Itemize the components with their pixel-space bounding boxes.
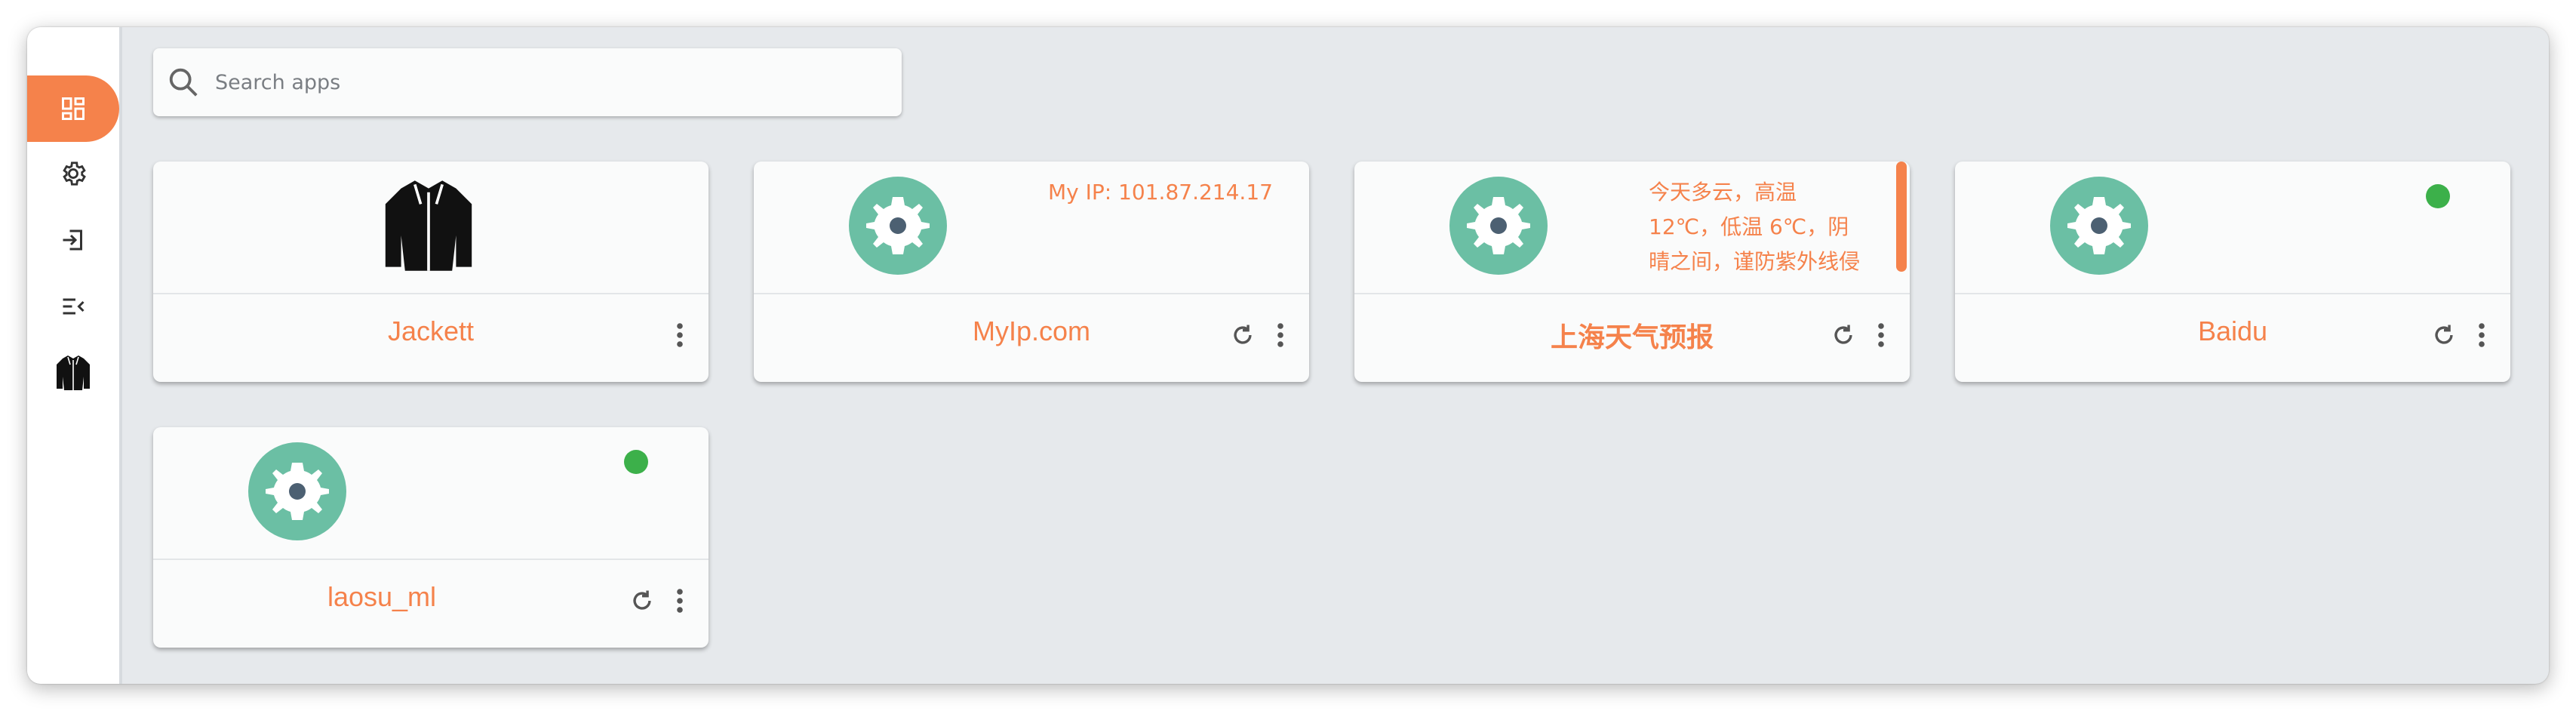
jacket-icon [385, 180, 472, 271]
sidebar-item-login[interactable] [27, 207, 119, 273]
app-card-baidu[interactable]: Baidu [1955, 162, 2510, 382]
search-bar[interactable] [153, 48, 902, 116]
more-vertical-icon [2479, 323, 2485, 347]
gear-app-icon [849, 177, 947, 275]
search-input[interactable] [214, 69, 881, 95]
refresh-button[interactable] [1229, 320, 1256, 350]
app-card-top [1955, 162, 2510, 293]
app-name[interactable]: Jackett [153, 315, 709, 353]
refresh-button[interactable] [1830, 320, 1857, 350]
more-menu-button[interactable] [2468, 320, 2495, 350]
app-name[interactable]: 上海天气预报 [1354, 315, 1910, 353]
app-card-laosu-ml[interactable]: laosu_ml [153, 427, 709, 648]
sidebar-item-jackett[interactable] [27, 340, 119, 406]
dashboard-icon [62, 97, 85, 120]
app-card-myip[interactable]: My IP: 101.87.214.17 MyIp.com [754, 162, 1309, 382]
refresh-button[interactable] [2430, 320, 2458, 350]
app-card-top: My IP: 101.87.214.17 [754, 162, 1309, 293]
card-divider [1354, 293, 1910, 294]
app-window: Jackett My IP: 101.87.214.17 MyIp.com [27, 27, 2549, 684]
more-vertical-icon [677, 323, 683, 347]
app-name[interactable]: laosu_ml [153, 581, 610, 619]
app-card-weather[interactable]: 今天多云，高温12℃，低温 6℃，阴晴之间，谨防紫外线侵扰 上海天气预报 [1354, 162, 1910, 382]
collapse-menu-icon [63, 298, 85, 315]
status-online-dot [2426, 184, 2450, 208]
jacket-icon [57, 356, 90, 390]
refresh-icon [1234, 325, 1252, 344]
app-name[interactable]: Baidu [1955, 315, 2510, 353]
sidebar-item-dashboard[interactable] [27, 75, 119, 142]
app-card-jackett[interactable]: Jackett [153, 162, 709, 382]
refresh-icon [2435, 325, 2453, 344]
app-card-top [153, 427, 709, 559]
more-vertical-icon [1878, 323, 1884, 347]
sidebar [27, 27, 122, 684]
more-menu-button[interactable] [666, 320, 693, 350]
card-divider [153, 293, 709, 294]
gear-app-icon [2050, 177, 2148, 275]
more-vertical-icon [677, 589, 683, 613]
more-menu-button[interactable] [666, 586, 693, 616]
card-divider [754, 293, 1309, 294]
refresh-icon [1834, 325, 1852, 344]
card-divider [153, 559, 709, 560]
widget-scrollbar[interactable] [1896, 162, 1907, 272]
search-icon [164, 63, 203, 102]
refresh-icon [633, 590, 651, 610]
sidebar-item-collapse[interactable] [27, 273, 119, 340]
more-vertical-icon [1277, 323, 1283, 347]
ip-widget: My IP: 101.87.214.17 [1048, 180, 1273, 205]
weather-widget: 今天多云，高温12℃，低温 6℃，阴晴之间，谨防紫外线侵扰 [1649, 180, 1861, 285]
login-icon [63, 229, 82, 251]
more-menu-button[interactable] [1867, 320, 1895, 350]
app-card-top: 今天多云，高温12℃，低温 6℃，阴晴之间，谨防紫外线侵扰 [1354, 162, 1910, 293]
gear-icon [63, 162, 86, 186]
status-online-dot [624, 450, 648, 474]
more-menu-button[interactable] [1267, 320, 1294, 350]
sidebar-item-settings[interactable] [27, 140, 119, 207]
gear-app-icon [1449, 177, 1548, 275]
refresh-button[interactable] [629, 586, 656, 616]
app-card-top [153, 162, 709, 293]
gear-app-icon [248, 442, 346, 540]
card-divider [1955, 293, 2510, 294]
app-name[interactable]: MyIp.com [754, 315, 1309, 353]
